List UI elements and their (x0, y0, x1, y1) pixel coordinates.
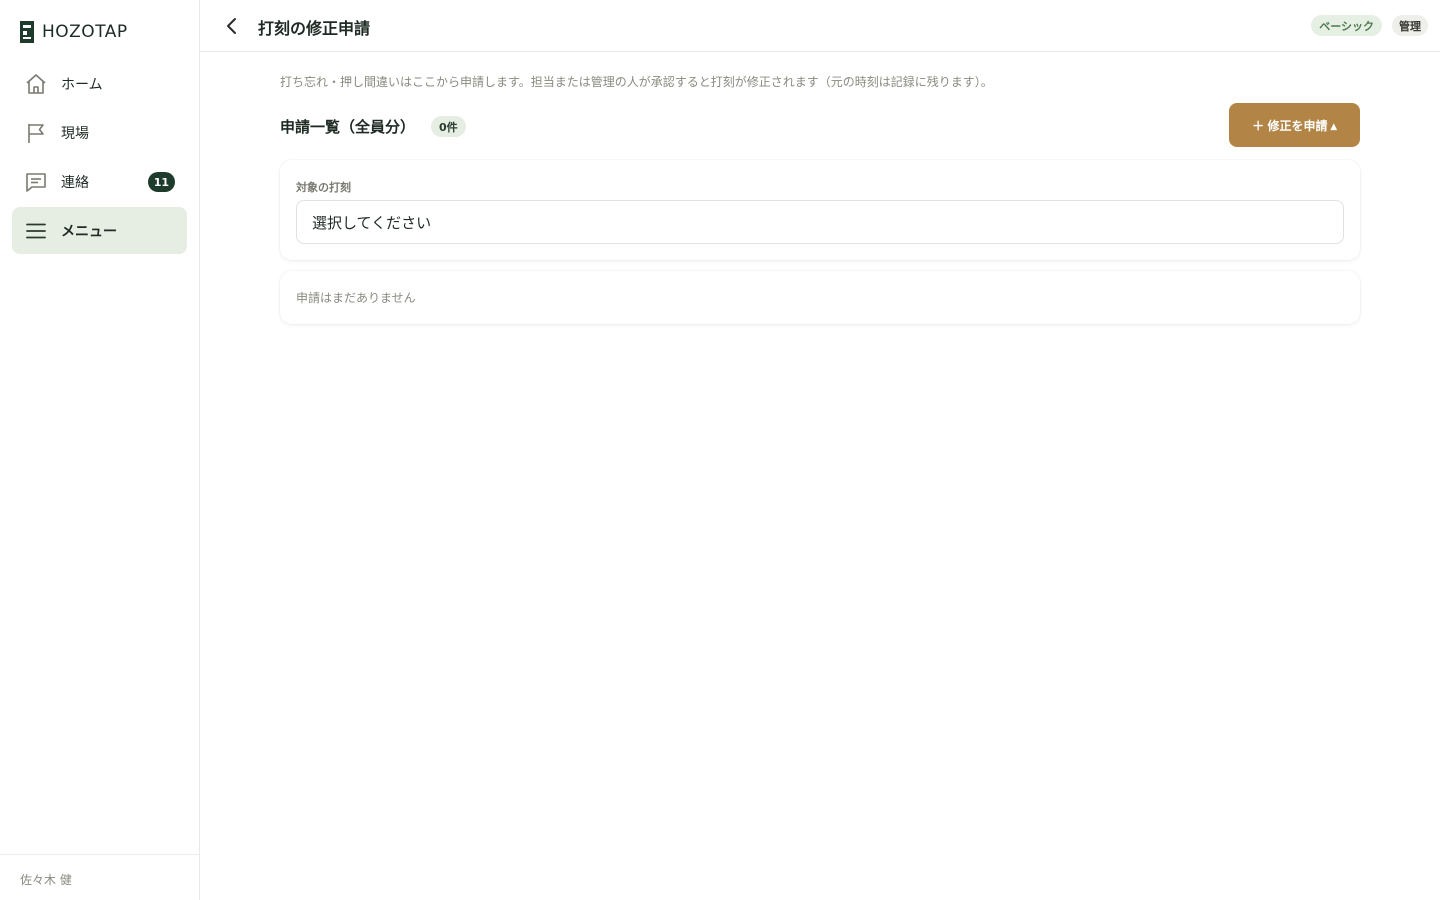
select-value: 選択してください (312, 213, 432, 232)
unread-count-badge: 11 (147, 172, 175, 192)
page-title: 打刻の修正申請 (258, 19, 371, 38)
sidebar-item-label: 現場 (61, 125, 89, 142)
logo-icon (20, 21, 34, 43)
intro-text: 打ち忘れ・押し間違いはここから申請します。担当または管理の人が承認すると打刻が修… (280, 75, 993, 89)
menu-icon (26, 223, 46, 238)
sidebar-item-label: ホーム (61, 76, 103, 93)
message-icon (26, 172, 46, 192)
page-header: 打刻の修正申請 ベーシック 管理 (200, 0, 1440, 52)
empty-state-text: 申請はまだありません (296, 291, 416, 305)
user-name: 佐々木 健 (20, 873, 72, 887)
section-title: 申請一覧（全員分） (280, 118, 416, 136)
target-punch-label: 対象の打刻 (296, 181, 351, 194)
plan-badge: ベーシック (1311, 15, 1382, 36)
logo-text: HOZOTAP (42, 22, 128, 42)
sidebar-item-messages[interactable]: 連絡 11 (12, 158, 187, 205)
role-badge: 管理 (1392, 15, 1428, 36)
app-logo[interactable]: HOZOTAP (20, 20, 128, 44)
sidebar-item-label: メニュー (61, 223, 117, 240)
sidebar-item-label: 連絡 (61, 174, 89, 191)
target-punch-select[interactable]: 選択してください (296, 200, 1344, 244)
sidebar-item-home[interactable]: ホーム (12, 60, 187, 107)
sidebar-nav: ホーム 現場 連絡 11 メニュー (12, 60, 187, 256)
sidebar-item-sites[interactable]: 現場 (12, 109, 187, 156)
request-list-card: 申請はまだありません (280, 271, 1360, 324)
correction-form-card: 対象の打刻 選択してください (280, 160, 1360, 260)
request-count-badge: 0件 (431, 116, 466, 137)
sidebar-footer: 佐々木 健 (0, 854, 199, 900)
home-icon (26, 73, 46, 94)
flag-icon (28, 123, 44, 143)
back-arrow-icon[interactable] (220, 14, 244, 38)
request-correction-button[interactable]: ＋ 修正を申請 ▴ (1229, 103, 1360, 147)
sidebar-item-menu[interactable]: メニュー (12, 207, 187, 254)
sidebar: HOZOTAP ホーム 現場 連絡 11 メニュー 佐々木 健 (0, 0, 200, 900)
